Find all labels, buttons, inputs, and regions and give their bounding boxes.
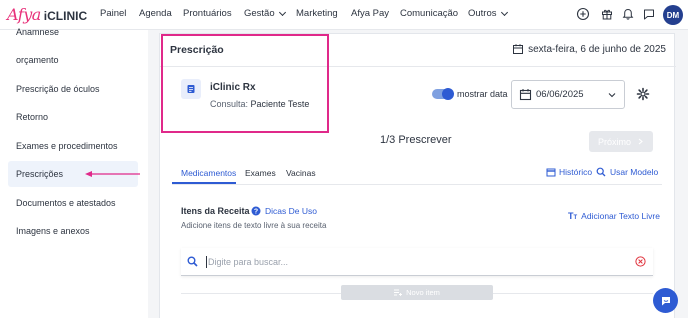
add-free-text-label: Adicionar Texto Livre <box>581 211 660 221</box>
sidebar-item-label: Exames e procedimentos <box>16 141 118 151</box>
iclinic-rx-icon <box>181 79 201 99</box>
nav-agenda-label: Agenda <box>139 8 172 19</box>
sidebar-item-label: orçamento <box>16 55 59 65</box>
nav-gestao-label: Gestão <box>244 8 275 19</box>
search-input[interactable] <box>208 256 608 267</box>
nav-afya-pay[interactable]: Afya Pay <box>351 8 389 19</box>
help-icon: ? <box>251 206 261 216</box>
header-date: sexta-feira, 6 de junho de 2025 <box>512 43 666 55</box>
nav-comunicacao-label: Comunicação <box>400 8 459 19</box>
nav-comunicacao[interactable]: Comunicação <box>400 8 458 19</box>
tab-vacinas[interactable]: Vacinas <box>286 168 316 178</box>
nav-prontuarios[interactable]: Prontuários <box>183 8 232 19</box>
svg-text:?: ? <box>254 209 258 216</box>
sidebar-item-imagens-anexos[interactable]: Imagens e anexos <box>8 218 138 244</box>
gear-icon[interactable] <box>636 87 650 101</box>
items-title: Itens da Receita <box>181 206 250 216</box>
nav-outros-label: Outros <box>468 8 497 19</box>
avatar[interactable]: DM <box>663 5 683 25</box>
history-link[interactable]: Histórico <box>546 167 592 177</box>
chevron-right-icon <box>638 138 643 145</box>
search-box[interactable] <box>181 248 653 276</box>
chat-bubble-icon <box>661 296 670 305</box>
sidebar-item-label: Retorno <box>16 112 49 122</box>
next-button-label: Próximo <box>597 136 631 147</box>
show-date-toggle[interactable] <box>432 88 454 100</box>
history-label: Histórico <box>559 167 593 177</box>
sidebar-item-exames-procedimentos[interactable]: Exames e procedimentos <box>8 133 138 159</box>
nav-marketing[interactable]: Marketing <box>296 8 338 19</box>
sidebar-item-label: Documentos e atestados <box>16 198 116 208</box>
consult-label: Consulta: <box>210 99 249 109</box>
text-format-icon: TT <box>568 211 578 221</box>
toggle-knob <box>442 88 454 100</box>
tips-label: Dicas De Uso <box>265 206 317 216</box>
tab-exames[interactable]: Exames <box>245 168 276 178</box>
bell-icon[interactable] <box>621 7 635 21</box>
gift-icon[interactable] <box>600 7 614 21</box>
sidebar-item-label: Prescrições <box>16 169 64 179</box>
nav-agenda[interactable]: Agenda <box>139 8 172 19</box>
sidebar-item-orcamento[interactable]: orçamento <box>8 47 138 73</box>
list-add-icon <box>394 289 403 296</box>
panel-header: Prescrição sexta-feira, 6 de junho de 20… <box>160 34 676 67</box>
header-date-text: sexta-feira, 6 de junho de 2025 <box>528 43 666 55</box>
calendar-icon <box>519 89 532 101</box>
sidebar-item-label: Prescrição de óculos <box>16 84 100 94</box>
patient-name: Paciente Teste <box>250 99 310 109</box>
chat-icon[interactable] <box>642 7 656 21</box>
search-icon <box>596 167 606 177</box>
nav-painel[interactable]: Painel <box>100 8 126 19</box>
use-model-label: Usar Modelo <box>610 167 659 177</box>
tips-link[interactable]: ? Dicas De Uso <box>251 206 317 216</box>
clear-icon[interactable] <box>635 256 646 267</box>
use-model-link[interactable]: Usar Modelo <box>596 167 658 177</box>
nav-marketing-label: Marketing <box>296 8 338 19</box>
date-picker[interactable]: 06/06/2025 <box>511 80 625 109</box>
items-subtitle: Adicione itens de texto livre à sua rece… <box>181 221 327 230</box>
search-icon <box>187 256 198 267</box>
product-name: iClinic Rx <box>210 82 256 93</box>
add-free-text-button[interactable]: TT Adicionar Texto Livre <box>568 211 660 221</box>
active-tab-underline <box>172 182 236 184</box>
calendar-icon <box>513 44 524 54</box>
nav-prontuarios-label: Prontuários <box>183 8 232 19</box>
sidebar-item-label: Imagens e anexos <box>16 226 90 236</box>
nav-gestao[interactable]: Gestão <box>244 8 286 19</box>
tabs-divider <box>172 184 662 185</box>
step-indicator: 1/3 Prescrever <box>380 134 452 146</box>
add-circle-icon[interactable] <box>576 7 590 21</box>
nav-afya-pay-label: Afya Pay <box>351 8 390 19</box>
next-button[interactable]: Próximo <box>589 131 653 152</box>
consult-info: Consulta: Paciente Teste <box>210 99 309 109</box>
page-title: Prescrição <box>170 44 224 56</box>
chevron-down-icon <box>608 92 616 97</box>
sidebar-item-label: Anamnese <box>16 27 60 37</box>
show-date-label: mostrar data <box>457 89 508 99</box>
chevron-down-icon <box>500 8 508 16</box>
sidebar-item-documentos-atestados[interactable]: Documentos e atestados <box>8 190 138 216</box>
chevron-down-icon <box>278 8 286 16</box>
calendar-icon <box>546 168 556 177</box>
date-picker-value: 06/06/2025 <box>536 89 584 100</box>
nav-outros[interactable]: Outros <box>468 8 508 19</box>
annotation-arrow <box>85 171 140 177</box>
nav-painel-label: Painel <box>100 8 127 19</box>
sidebar-item-retorno[interactable]: Retorno <box>8 104 138 130</box>
new-item-label: Novo item <box>406 288 440 297</box>
new-item-button[interactable]: Novo item <box>341 285 493 300</box>
sidebar-item-prescricao-oculos[interactable]: Prescrição de óculos <box>8 76 138 102</box>
support-chat-button[interactable] <box>653 288 678 313</box>
text-caret <box>206 255 207 268</box>
sidebar-item-anamnese[interactable]: Anamnese <box>8 19 138 45</box>
tab-medicamentos[interactable]: Medicamentos <box>181 168 236 178</box>
